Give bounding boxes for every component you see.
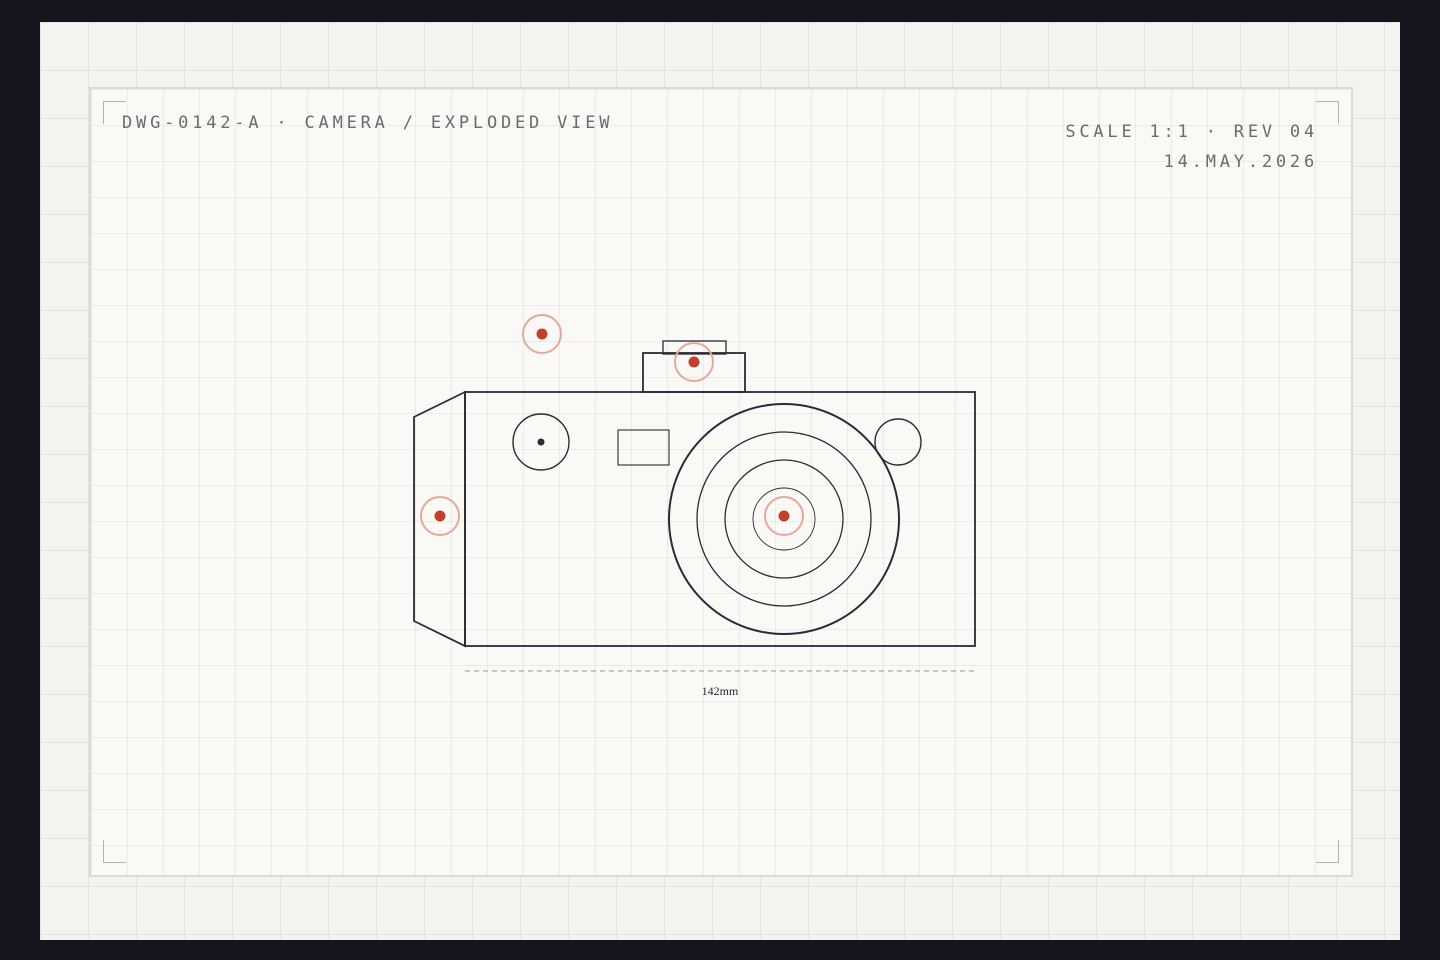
- drawing-subject: CAMERA / EXPLODED VIEW: [304, 113, 614, 133]
- title-separator: ·: [276, 113, 291, 133]
- drawing-revision: REV 04: [1233, 122, 1318, 142]
- drawing-scale: SCALE 1:1: [1065, 122, 1192, 142]
- drawing-title: DWG-0142-A · CAMERA / EXPLODED VIEW: [122, 113, 613, 133]
- scale-revision-line: SCALE 1:1 · REV 04: [1065, 117, 1318, 147]
- meta-separator: ·: [1205, 122, 1220, 142]
- drawing-sheet: DWG-0142-A · CAMERA / EXPLODED VIEW SCAL…: [89, 87, 1353, 877]
- drawing-id: DWG-0142-A: [122, 113, 263, 133]
- drawing-date: 14.MAY.2026: [1163, 152, 1318, 172]
- corner-mark-top-right: [1316, 101, 1339, 124]
- corner-mark-bottom-left: [103, 840, 126, 863]
- hotspot-hot-shoe[interactable]: [674, 342, 714, 382]
- drawing-meta: SCALE 1:1 · REV 04 14.MAY.2026: [1065, 117, 1318, 177]
- hotspot-shutter[interactable]: [522, 314, 562, 354]
- hotspot-lens[interactable]: [764, 496, 804, 536]
- hotspot-grip[interactable]: [420, 496, 460, 536]
- drawing-page: DWG-0142-A · CAMERA / EXPLODED VIEW SCAL…: [40, 22, 1400, 940]
- corner-mark-bottom-right: [1316, 840, 1339, 863]
